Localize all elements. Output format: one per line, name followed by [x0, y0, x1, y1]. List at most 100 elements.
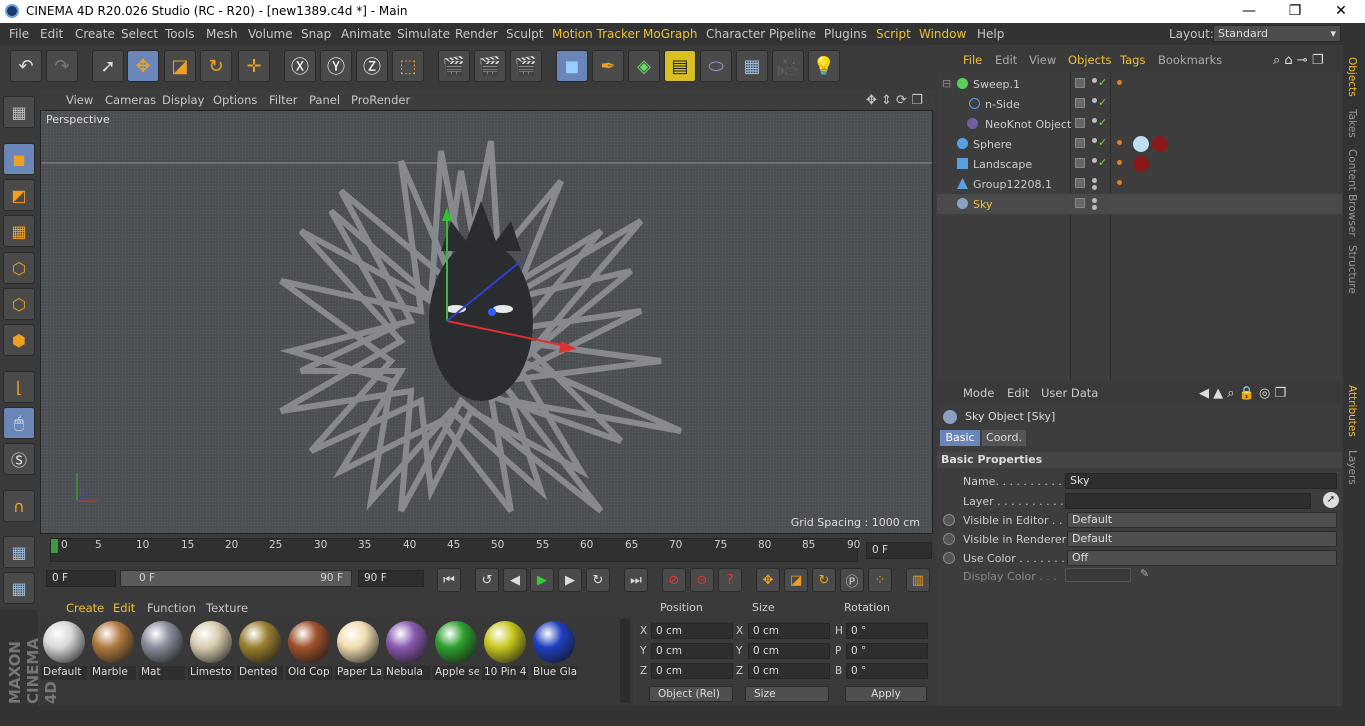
- obj-menu-bookmarks[interactable]: Bookmarks: [1158, 53, 1222, 67]
- material-item[interactable]: Old Cop: [286, 619, 332, 681]
- make-editable-icon[interactable]: ▦: [3, 96, 35, 128]
- maximize-button[interactable]: ❐: [1272, 0, 1318, 23]
- viewport-nav-icon[interactable]: ✥ ⇕ ⟳ ❐: [866, 93, 923, 108]
- object-row-neoknot[interactable]: NeoKnot Object ✓: [937, 114, 1342, 134]
- menu-motion-tracker[interactable]: Motion Tracker: [552, 27, 640, 41]
- attr-menu-mode[interactable]: Mode: [963, 386, 994, 400]
- key-scale-icon[interactable]: ◪: [784, 568, 808, 592]
- side-tab-attributes[interactable]: Attributes: [1346, 385, 1358, 437]
- enabled-check-icon[interactable]: ✓: [1098, 116, 1107, 129]
- editor-visibility-dot[interactable]: [1092, 118, 1097, 123]
- size-y-field[interactable]: 0 cm: [748, 643, 830, 659]
- position-z-field[interactable]: 0 cm: [651, 663, 733, 679]
- vp-menu-display[interactable]: Display: [162, 93, 204, 107]
- size-x-field[interactable]: 0 cm: [748, 623, 830, 639]
- render-visibility-dot[interactable]: [1092, 205, 1097, 210]
- menu-window[interactable]: Window: [919, 27, 966, 41]
- floor-icon[interactable]: ▦: [736, 50, 768, 82]
- attr-menu-edit[interactable]: Edit: [1007, 386, 1029, 400]
- tab-coord[interactable]: Coord.: [982, 430, 1026, 446]
- timeline-window-icon[interactable]: ▥: [906, 568, 930, 592]
- menu-edit[interactable]: Edit: [40, 27, 63, 41]
- name-field[interactable]: Sky: [1065, 473, 1337, 489]
- prev-frame-icon[interactable]: ◀: [503, 568, 527, 592]
- layer-field[interactable]: [1065, 493, 1311, 509]
- side-tab-layers[interactable]: Layers: [1346, 450, 1358, 485]
- side-tab-takes[interactable]: Takes: [1346, 109, 1358, 138]
- next-frame-icon[interactable]: ▶: [558, 568, 582, 592]
- pen-spline-icon[interactable]: ✒: [592, 50, 624, 82]
- use-color-select[interactable]: Off: [1067, 550, 1337, 566]
- render-settings-icon[interactable]: 🎬: [510, 50, 542, 82]
- menu-plugins[interactable]: Plugins: [824, 27, 867, 41]
- menu-mesh[interactable]: Mesh: [206, 27, 238, 41]
- deformer-icon[interactable]: ⬭: [700, 50, 732, 82]
- side-tab-structure[interactable]: Structure: [1346, 245, 1358, 294]
- material-item[interactable]: Paper La: [335, 619, 381, 681]
- rotation-p-field[interactable]: 0 °: [846, 643, 928, 659]
- layer-icon[interactable]: [1075, 78, 1085, 88]
- layer-icon[interactable]: [1075, 158, 1085, 168]
- layer-picker-icon[interactable]: ➚: [1323, 492, 1339, 508]
- record-icon[interactable]: ⊘: [662, 568, 686, 592]
- mat-menu-texture[interactable]: Texture: [206, 601, 248, 615]
- transform-tool-icon[interactable]: ✛: [238, 50, 270, 82]
- layer-icon[interactable]: [1075, 138, 1085, 148]
- undo-icon[interactable]: ↶: [10, 50, 42, 82]
- model-mode-icon[interactable]: ◼: [3, 143, 35, 175]
- key-rotation-icon[interactable]: ↻: [812, 568, 836, 592]
- object-row-nside[interactable]: n-Side ✓: [937, 94, 1342, 114]
- timeline[interactable]: 0 5 10 15 20 25 30 35 40 45 50 55 60 65 …: [40, 534, 935, 566]
- editor-visibility-dot[interactable]: [1092, 78, 1097, 83]
- prev-key-icon[interactable]: ↺: [475, 568, 499, 592]
- object-row-landscape[interactable]: Landscape ✓: [937, 154, 1342, 174]
- minimize-button[interactable]: —: [1226, 0, 1272, 23]
- material-item[interactable]: Limesto: [188, 619, 234, 681]
- coordinate-system-icon[interactable]: ⬚: [392, 50, 424, 82]
- tab-basic[interactable]: Basic: [940, 430, 980, 446]
- mat-menu-create[interactable]: Create: [66, 601, 104, 615]
- animation-radio[interactable]: [943, 533, 955, 545]
- x-axis-icon[interactable]: Ⓧ: [284, 50, 316, 82]
- menu-tools[interactable]: Tools: [165, 27, 195, 41]
- obj-menu-tags[interactable]: Tags: [1120, 53, 1145, 67]
- side-tab-content-browser[interactable]: Content Browser: [1346, 149, 1358, 237]
- apply-button[interactable]: Apply: [845, 686, 927, 702]
- points-mode-icon[interactable]: ⬡: [3, 252, 35, 284]
- mat-menu-edit[interactable]: Edit: [113, 601, 135, 615]
- material-item[interactable]: Blue Gla: [531, 619, 577, 681]
- goto-start-icon[interactable]: ⏮: [437, 568, 461, 592]
- material-tag-icon[interactable]: [1133, 136, 1149, 152]
- enabled-check-icon[interactable]: ✓: [1098, 136, 1107, 149]
- position-x-field[interactable]: 0 cm: [651, 623, 733, 639]
- vp-menu-options[interactable]: Options: [213, 93, 257, 107]
- vp-menu-panel[interactable]: Panel: [309, 93, 340, 107]
- material-item[interactable]: Mat: [139, 619, 185, 681]
- next-key-icon[interactable]: ↻: [586, 568, 610, 592]
- light-icon[interactable]: 💡: [808, 50, 840, 82]
- camera-icon[interactable]: 🎥: [772, 50, 804, 82]
- object-row-sky[interactable]: Sky: [937, 194, 1342, 214]
- solo-icon[interactable]: Ⓢ: [3, 443, 35, 475]
- rotation-h-field[interactable]: 0 °: [846, 623, 928, 639]
- animation-radio[interactable]: [943, 552, 955, 564]
- select-arrow-icon[interactable]: ➚: [92, 50, 124, 82]
- playhead[interactable]: [51, 539, 58, 553]
- obj-menu-edit[interactable]: Edit: [995, 53, 1017, 67]
- polygons-mode-icon[interactable]: ⬢: [3, 324, 35, 356]
- range-slider[interactable]: 0 F 90 F: [120, 570, 352, 587]
- menu-file[interactable]: File: [9, 27, 29, 41]
- material-tag-icon[interactable]: [1152, 136, 1168, 152]
- material-item[interactable]: Apple se: [433, 619, 479, 681]
- menu-animate[interactable]: Animate: [341, 27, 391, 41]
- menu-character[interactable]: Character: [706, 27, 765, 41]
- close-button[interactable]: ✕: [1318, 0, 1364, 23]
- editor-visibility-dot[interactable]: [1092, 158, 1097, 163]
- enabled-check-icon[interactable]: ✓: [1098, 156, 1107, 169]
- editor-visibility-dot[interactable]: [1092, 138, 1097, 143]
- vp-menu-view[interactable]: View: [66, 93, 93, 107]
- coord-mode-select[interactable]: Object (Rel): [649, 686, 733, 702]
- scale-tool-icon[interactable]: ◪: [164, 50, 196, 82]
- rotation-b-field[interactable]: 0 °: [846, 663, 928, 679]
- collapse-icon[interactable]: ⊟: [942, 77, 951, 90]
